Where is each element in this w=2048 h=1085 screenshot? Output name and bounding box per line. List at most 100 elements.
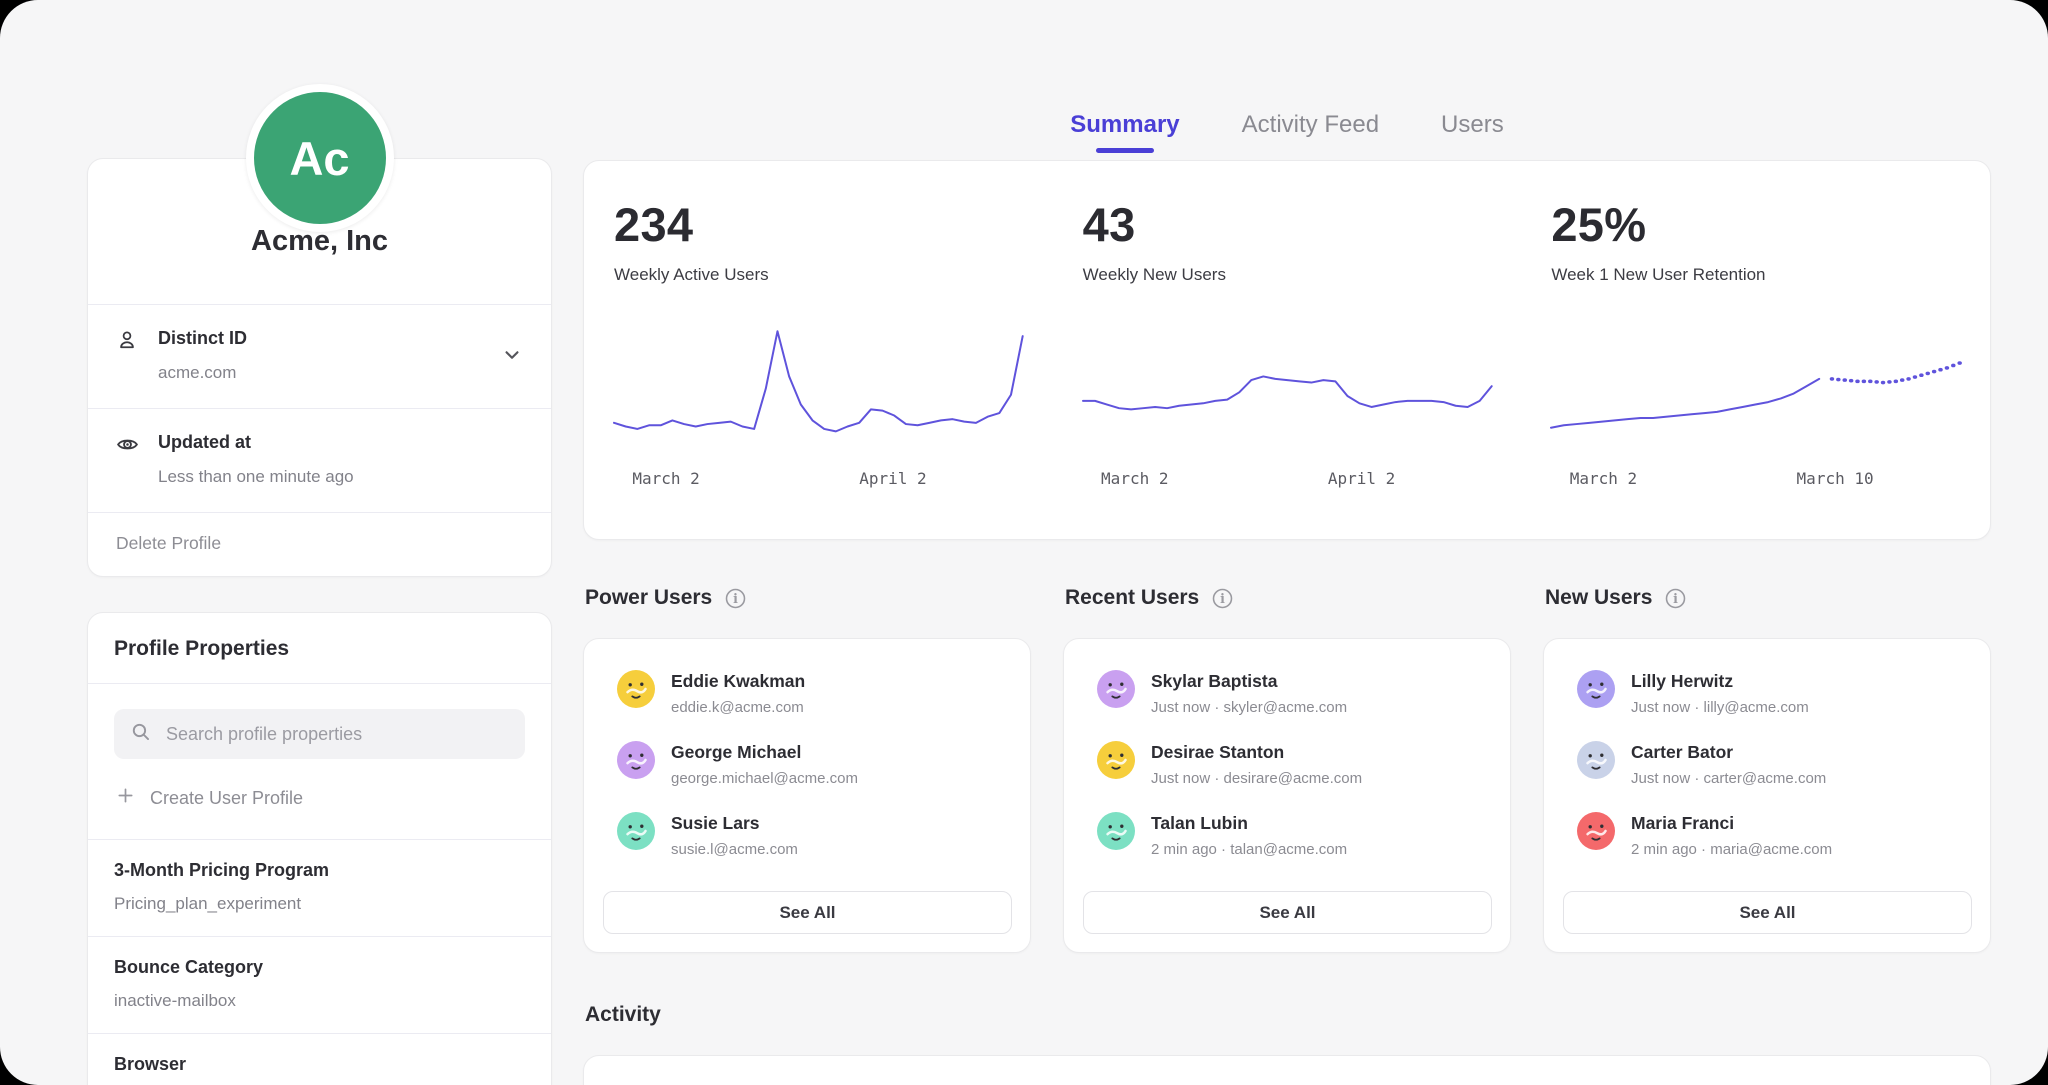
tab-users[interactable]: Users	[1410, 111, 1535, 160]
property-value: inactive-mailbox	[114, 991, 525, 1011]
app-frame: Ac Acme, Inc Distinct ID acme.com	[0, 0, 2048, 1085]
user-row[interactable]: Susie Lars susie.l@acme.com	[617, 812, 1012, 858]
user-avatar	[1097, 670, 1135, 708]
user-meta: Just now · skyler@acme.com	[1151, 699, 1347, 716]
user-name: George Michael	[671, 741, 858, 763]
info-icon[interactable]: i	[724, 587, 747, 610]
search-icon	[130, 721, 151, 747]
user-name: Talan Lubin	[1151, 812, 1347, 834]
create-user-profile-button[interactable]: Create User Profile	[114, 759, 525, 839]
svg-text:i: i	[1220, 590, 1225, 605]
user-meta: Just now · lilly@acme.com	[1631, 699, 1809, 716]
power-users-card: Eddie Kwakman eddie.k@acme.com George Mi…	[583, 638, 1031, 953]
retention-sparkline	[1551, 321, 1960, 453]
power-users-title: Power Users	[585, 586, 712, 610]
x-tick: March 10	[1797, 469, 1874, 488]
x-axis: March 2 March 10	[1551, 469, 1960, 495]
property-value: Pricing_plan_experiment	[114, 894, 525, 914]
user-row[interactable]: Talan Lubin 2 min ago · talan@acme.com	[1097, 812, 1492, 858]
activity-card: 234 240 3.4k	[583, 1055, 1991, 1085]
profile-properties-card: Profile Properties Create User Profile	[87, 612, 552, 1085]
new-users-card: Lilly Herwitz Just now · lilly@acme.com …	[1543, 638, 1991, 953]
stat-value: 25%	[1551, 197, 1960, 252]
user-row[interactable]: Carter Bator Just now · carter@acme.com	[1577, 741, 1972, 787]
user-row[interactable]: Lilly Herwitz Just now · lilly@acme.com	[1577, 670, 1972, 716]
user-name: Desirae Stanton	[1151, 741, 1362, 763]
x-tick: April 2	[1328, 469, 1395, 488]
distinct-id-row: Distinct ID acme.com	[88, 304, 551, 408]
profile-properties-title: Profile Properties	[88, 613, 551, 683]
distinct-id-label: Distinct ID	[158, 328, 247, 349]
user-row[interactable]: Desirae Stanton Just now · desirare@acme…	[1097, 741, 1492, 787]
property-row[interactable]: Bounce Category inactive-mailbox	[88, 936, 551, 1033]
weekly-active-users-sparkline	[614, 321, 1023, 453]
info-icon[interactable]: i	[1211, 587, 1234, 610]
recent-users-card: Skylar Baptista Just now · skyler@acme.c…	[1063, 638, 1511, 953]
tab-summary[interactable]: Summary	[1039, 111, 1210, 160]
user-avatar	[1577, 670, 1615, 708]
stat-weekly-active-users: 234 Weekly Active Users March 2 April 2	[584, 161, 1053, 539]
info-icon[interactable]: i	[1664, 587, 1687, 610]
x-axis: March 2 April 2	[614, 469, 1023, 495]
user-email: susie.l@acme.com	[671, 841, 798, 858]
new-users-section: New Users i Lilly Herwitz Just	[1543, 586, 1991, 953]
property-name: Bounce Category	[114, 957, 525, 978]
user-row[interactable]: Maria Franci 2 min ago · maria@acme.com	[1577, 812, 1972, 858]
new-users-title: New Users	[1545, 586, 1652, 610]
x-tick: March 2	[632, 469, 699, 488]
user-meta: 2 min ago · talan@acme.com	[1151, 841, 1347, 858]
user-email: eddie.k@acme.com	[671, 699, 805, 716]
activity-stat: 234	[584, 1056, 1053, 1085]
activity-stat: 3.4k	[1521, 1056, 1990, 1085]
chevron-down-icon[interactable]	[499, 341, 525, 372]
delete-profile-button[interactable]: Delete Profile	[88, 512, 551, 576]
see-all-button[interactable]: See All	[1563, 891, 1972, 934]
stat-label: Week 1 New User Retention	[1551, 265, 1960, 285]
search-input[interactable]	[164, 723, 509, 746]
main-content: Summary Activity Feed Users 234 Weekly A…	[583, 0, 1991, 1085]
stat-label: Weekly Active Users	[614, 265, 1023, 285]
user-avatar	[1097, 741, 1135, 779]
x-axis: March 2 April 2	[1083, 469, 1492, 495]
stat-week1-retention: 25% Week 1 New User Retention March 2 Ma…	[1521, 161, 1990, 539]
property-row[interactable]: 3-Month Pricing Program Pricing_plan_exp…	[88, 839, 551, 936]
updated-at-label: Updated at	[158, 432, 354, 453]
weekly-new-users-sparkline	[1083, 321, 1492, 453]
user-name: Eddie Kwakman	[671, 670, 805, 692]
stat-value: 234	[614, 197, 1023, 252]
profile-sidebar: Ac Acme, Inc Distinct ID acme.com	[87, 0, 552, 1085]
user-row[interactable]: Eddie Kwakman eddie.k@acme.com	[617, 670, 1012, 716]
property-name: 3-Month Pricing Program	[114, 860, 525, 881]
stat-weekly-new-users: 43 Weekly New Users March 2 April 2	[1053, 161, 1522, 539]
property-row[interactable]: Browser Chrome	[88, 1033, 551, 1085]
user-avatar	[1577, 812, 1615, 850]
user-row[interactable]: Skylar Baptista Just now · skyler@acme.c…	[1097, 670, 1492, 716]
user-avatar	[1577, 741, 1615, 779]
see-all-button[interactable]: See All	[1083, 891, 1492, 934]
plus-icon	[116, 786, 135, 810]
see-all-button[interactable]: See All	[603, 891, 1012, 934]
user-row[interactable]: George Michael george.michael@acme.com	[617, 741, 1012, 787]
search-profile-properties[interactable]	[114, 709, 525, 759]
x-tick: March 2	[1570, 469, 1637, 488]
svg-text:i: i	[733, 590, 738, 605]
user-name: Skylar Baptista	[1151, 670, 1347, 692]
person-icon	[116, 328, 142, 383]
tab-activity-feed[interactable]: Activity Feed	[1211, 111, 1410, 160]
recent-users-title: Recent Users	[1065, 586, 1199, 610]
stat-label: Weekly New Users	[1083, 265, 1492, 285]
stat-value: 43	[1083, 197, 1492, 252]
profile-properties-body: Create User Profile	[88, 683, 551, 839]
user-meta: Just now · carter@acme.com	[1631, 770, 1826, 787]
create-user-profile-label: Create User Profile	[150, 788, 303, 809]
user-name: Carter Bator	[1631, 741, 1826, 763]
x-tick: April 2	[859, 469, 926, 488]
updated-at-row: Updated at Less than one minute ago	[88, 408, 551, 512]
user-email: george.michael@acme.com	[671, 770, 858, 787]
user-name: Lilly Herwitz	[1631, 670, 1809, 692]
activity-stat: 240	[1053, 1056, 1522, 1085]
user-avatar	[617, 670, 655, 708]
updated-at-value: Less than one minute ago	[158, 467, 354, 487]
svg-text:i: i	[1674, 590, 1679, 605]
property-name: Browser	[114, 1054, 525, 1075]
